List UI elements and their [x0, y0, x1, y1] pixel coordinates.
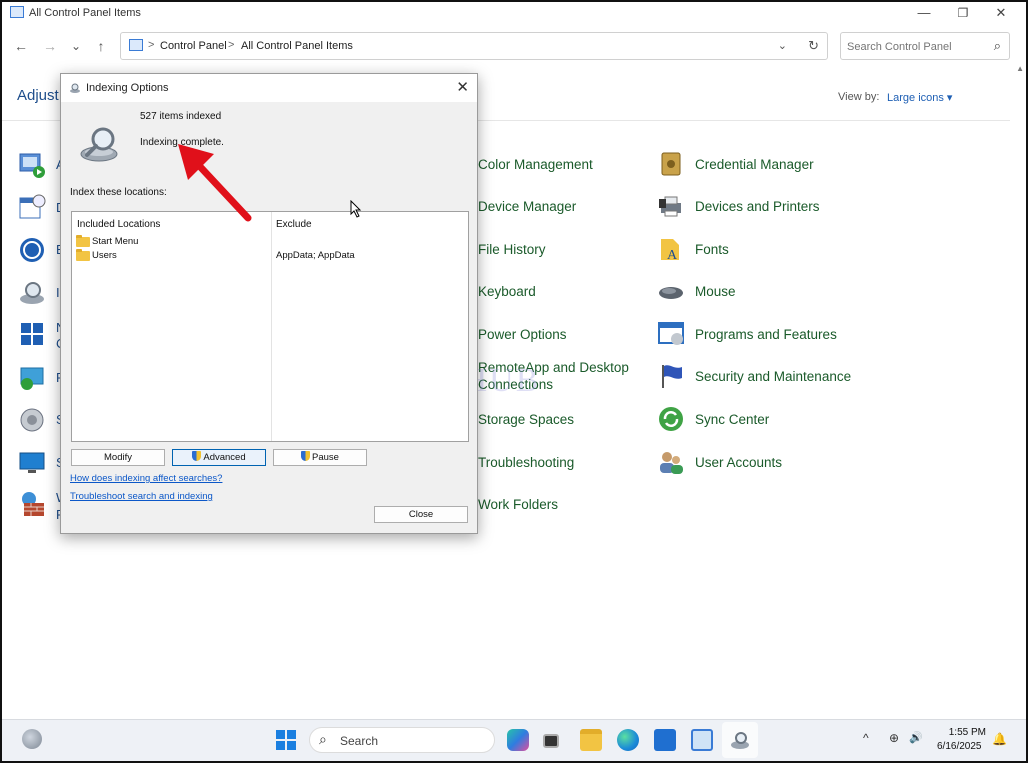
address-dropdown-button[interactable]: ⌄: [778, 39, 787, 52]
column-header-exclude[interactable]: Exclude: [276, 219, 312, 230]
widgets-icon[interactable]: [22, 729, 42, 749]
ease-of-access-icon[interactable]: [18, 236, 46, 264]
administrative-tools-icon[interactable]: [18, 151, 46, 179]
close-window-button[interactable]: ✕: [993, 5, 1009, 21]
exclude-value: AppData; AppData: [276, 250, 355, 261]
window-titlebar: All Control Panel Items — ❐ ✕: [2, 2, 1026, 24]
breadcrumb-separator[interactable]: >: [228, 39, 234, 51]
search-icon[interactable]: ⌕: [994, 38, 1001, 54]
annotation-arrow: [178, 144, 252, 222]
minimize-button[interactable]: —: [916, 5, 932, 21]
item-security-maintenance[interactable]: Security and Maintenance: [657, 362, 851, 390]
window-title: All Control Panel Items: [29, 7, 141, 19]
network-icon[interactable]: ⊕: [889, 731, 899, 745]
task-view-icon[interactable]: [543, 734, 559, 748]
taskbar-search[interactable]: ⌕ Search: [309, 727, 495, 753]
devices-printers-icon: [659, 196, 681, 217]
network-sharing-icon[interactable]: [18, 320, 46, 348]
item-mouse[interactable]: Mouse: [657, 277, 736, 305]
windows-firewall-icon[interactable]: [18, 490, 46, 518]
address-bar[interactable]: > Control Panel > All Control Panel Item…: [120, 32, 828, 60]
breadcrumb-all-items[interactable]: All Control Panel Items: [241, 40, 353, 52]
control-panel-icon: [129, 39, 143, 51]
recovery-icon[interactable]: [18, 364, 46, 392]
indexing-options-taskbar-icon[interactable]: [729, 729, 751, 751]
mouse-icon: [659, 287, 683, 299]
back-button[interactable]: ←: [12, 37, 30, 55]
items-indexed-count: 527 items indexed: [140, 111, 222, 122]
locations-list[interactable]: Included Locations Exclude Start Menu Us…: [71, 211, 469, 442]
item-programs-features[interactable]: Programs and Features: [657, 320, 837, 348]
column-header-included[interactable]: Included Locations: [77, 219, 160, 230]
sync-center-icon: [659, 407, 683, 431]
dialog-close-icon[interactable]: ✕: [456, 78, 469, 96]
view-by-label: View by:: [838, 91, 880, 103]
folder-icon: [76, 248, 90, 261]
search-input[interactable]: [847, 39, 987, 55]
security-maintenance-icon: [662, 365, 682, 388]
control-panel-icon: [10, 6, 24, 18]
item-user-accounts[interactable]: User Accounts: [657, 448, 782, 476]
forward-button[interactable]: →: [41, 37, 59, 55]
advanced-button[interactable]: Advanced: [172, 449, 266, 466]
taskbar-search-label: Search: [340, 734, 379, 748]
tray-overflow-icon[interactable]: ^: [863, 731, 869, 745]
search-box[interactable]: ⌕: [840, 32, 1010, 60]
uac-shield-icon: [192, 451, 202, 461]
item-sync-center[interactable]: Sync Center: [657, 405, 769, 433]
clock-time[interactable]: 1:55 PM: [946, 727, 986, 738]
indexing-magnifier-icon: [80, 127, 118, 162]
scroll-up-arrow[interactable]: ▲: [1016, 64, 1024, 73]
fonts-icon: A: [661, 239, 679, 263]
clock-date[interactable]: 6/16/2025: [937, 741, 982, 752]
pause-button[interactable]: Pause: [273, 449, 367, 466]
indexing-options-icon: [70, 83, 80, 93]
speaker-icon[interactable]: 🔊: [909, 731, 923, 744]
mouse-cursor: [350, 200, 362, 218]
refresh-button[interactable]: ↻: [808, 38, 819, 54]
search-icon: ⌕: [319, 731, 327, 747]
breadcrumb-separator: >: [148, 39, 155, 51]
credential-manager-icon: [661, 152, 681, 176]
dialog-titlebar: Indexing Options ✕: [61, 74, 477, 102]
up-button[interactable]: ↑: [92, 37, 110, 55]
list-item[interactable]: Start Menu: [76, 234, 138, 247]
uac-shield-icon: [301, 451, 311, 461]
locations-label: Index these locations:: [70, 187, 167, 198]
start-icon[interactable]: [276, 730, 296, 750]
list-item[interactable]: Users: [76, 248, 117, 261]
modify-button[interactable]: Modify: [71, 449, 165, 466]
user-accounts-icon: [660, 452, 683, 474]
item-credential-manager[interactable]: Credential Manager: [657, 150, 814, 178]
system-icon[interactable]: [18, 449, 46, 477]
restore-button[interactable]: ❐: [955, 5, 971, 21]
indexing-options-dialog: Indexing Options ✕ 527 items indexed Ind…: [60, 73, 478, 534]
column-divider: [271, 212, 272, 441]
close-button[interactable]: Close: [374, 506, 468, 523]
indexing-help-link[interactable]: How does indexing affect searches?: [70, 473, 222, 484]
edge-icon[interactable]: [617, 729, 639, 751]
copilot-icon[interactable]: [507, 729, 529, 751]
troubleshoot-link[interactable]: Troubleshoot search and indexing: [70, 491, 213, 502]
indexing-options-icon[interactable]: [18, 279, 46, 307]
item-fonts[interactable]: A Fonts: [657, 235, 729, 263]
programs-features-icon: [658, 322, 684, 345]
date-time-icon[interactable]: [18, 193, 46, 221]
item-devices-printers[interactable]: Devices and Printers: [657, 192, 820, 220]
control-panel-taskbar-icon[interactable]: [691, 729, 713, 751]
view-by-dropdown[interactable]: Large icons ▾: [887, 91, 952, 104]
dialog-title: Indexing Options: [86, 82, 169, 94]
sound-icon[interactable]: [18, 406, 46, 434]
breadcrumb-control-panel[interactable]: Control Panel: [160, 40, 227, 52]
navigation-bar: ← → ⌄ ↑ > Control Panel > All Control Pa…: [2, 28, 1026, 64]
folder-icon: [76, 234, 90, 247]
svg-text:A: A: [667, 248, 678, 263]
notifications-icon[interactable]: 🔔: [992, 732, 1007, 746]
file-explorer-icon[interactable]: [580, 729, 602, 751]
recent-locations-button[interactable]: ⌄: [67, 37, 85, 55]
taskbar: ⌕ Search ^ ⊕ 🔊 1:55 PM 6/16/2025 🔔: [2, 719, 1026, 761]
store-icon[interactable]: [654, 729, 676, 751]
